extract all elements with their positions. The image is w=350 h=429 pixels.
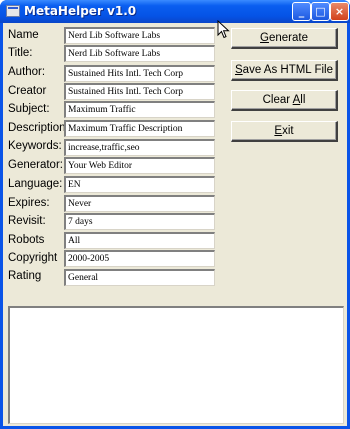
name-field[interactable]: Nerd Lib Software Labs [64, 27, 215, 44]
generator-field[interactable]: Your Web Editor [64, 157, 215, 174]
client-area: Name Nerd Lib Software Labs Title: Nerd … [3, 23, 347, 426]
label-creator: Creator [8, 85, 47, 97]
subject-field[interactable]: Maximum Traffic [64, 101, 215, 118]
generate-button-key: G [260, 32, 269, 44]
app-window: MetaHelper v1.0 _ □ × Name Nerd Lib Soft… [0, 0, 350, 429]
generate-button-post: enerate [268, 32, 308, 44]
clear-all-button-post: ll [300, 94, 306, 106]
save-html-button[interactable]: Save As HTML File [231, 60, 338, 81]
mouse-pointer-icon [217, 20, 230, 39]
minimize-button[interactable]: _ [292, 2, 311, 21]
rating-field[interactable]: General [64, 269, 215, 286]
label-copyright: Copyright [8, 252, 58, 264]
copyright-field[interactable]: 2000-2005 [64, 250, 215, 267]
author-field[interactable]: Sustained Hits Intl. Tech Corp [64, 65, 215, 82]
label-description: Description: [8, 122, 69, 134]
exit-button[interactable]: Exit [231, 121, 338, 142]
label-revisit: Revisit: [8, 215, 46, 227]
label-robots: Robots [8, 234, 45, 246]
maximize-button[interactable]: □ [311, 2, 330, 21]
output-memo[interactable] [8, 306, 344, 424]
window-title: MetaHelper v1.0 [24, 4, 137, 18]
description-field[interactable]: Maximum Traffic Description [64, 120, 215, 137]
app-icon [6, 5, 20, 17]
language-field[interactable]: EN [64, 176, 215, 193]
label-author: Author: [8, 66, 46, 78]
exit-button-post: xit [282, 125, 294, 137]
label-subject: Subject: [8, 103, 50, 115]
minimize-icon: _ [298, 5, 305, 18]
maximize-icon: □ [315, 5, 326, 18]
label-language: Language: [8, 178, 63, 190]
label-expires: Expires: [8, 197, 50, 209]
label-rating: Rating [8, 270, 42, 282]
close-icon: × [334, 5, 345, 18]
label-name: Name [8, 29, 39, 41]
robots-field[interactable]: All [64, 232, 215, 249]
keywords-field[interactable]: increase,traffic,seo [64, 139, 215, 156]
save-html-button-post: ave As HTML File [242, 64, 333, 76]
exit-button-key: E [274, 125, 283, 137]
label-title: Title: [8, 47, 33, 59]
clear-all-button-pre: Clear [262, 94, 293, 106]
revisit-field[interactable]: 7 days [64, 213, 215, 230]
title-bar[interactable]: MetaHelper v1.0 _ □ × [0, 0, 350, 23]
close-button[interactable]: × [330, 2, 349, 21]
expires-field[interactable]: Never [64, 195, 215, 212]
save-html-button-key: S [235, 64, 243, 76]
clear-all-button[interactable]: Clear All [231, 90, 338, 111]
creator-field[interactable]: Sustained Hits Intl. Tech Corp [64, 83, 215, 100]
title-field[interactable]: Nerd Lib Software Labs [64, 45, 215, 62]
label-keywords: Keywords: [8, 140, 62, 152]
label-generator: Generator: [8, 159, 63, 171]
generate-button[interactable]: Generate [231, 28, 338, 49]
